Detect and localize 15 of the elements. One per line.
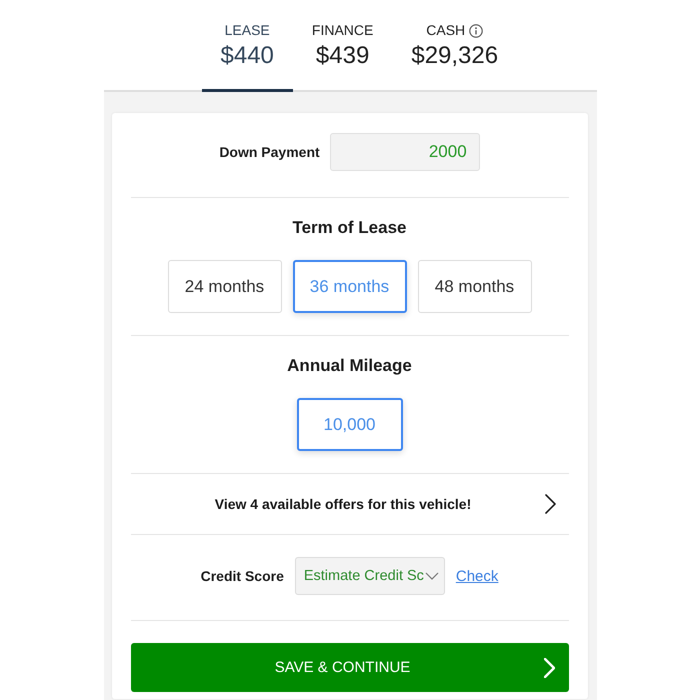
section-title: Term of Lease [292,218,406,238]
option-button[interactable]: 48 months [418,260,532,313]
down-payment-label: Down Payment [219,144,320,160]
price-tab[interactable]: CASH $29,326 [392,0,518,92]
save-continue-button[interactable]: SAVE & CONTINUE [130,643,568,692]
chevron-down-icon [424,572,439,580]
check-link[interactable]: Check [456,568,498,584]
chevron-right-icon [544,658,554,678]
price-tab[interactable]: FINANCE $439 [292,0,392,92]
credit-score-label: Credit Score [200,568,284,584]
chevron-right-icon [544,494,556,514]
credit-score-select[interactable]: Estimate Credit Sc [294,557,445,595]
offers-link[interactable]: View 4 available offers for this vehicle! [130,474,568,534]
option-button[interactable]: 24 months [168,260,282,313]
section-title: Annual Mileage [287,356,412,376]
